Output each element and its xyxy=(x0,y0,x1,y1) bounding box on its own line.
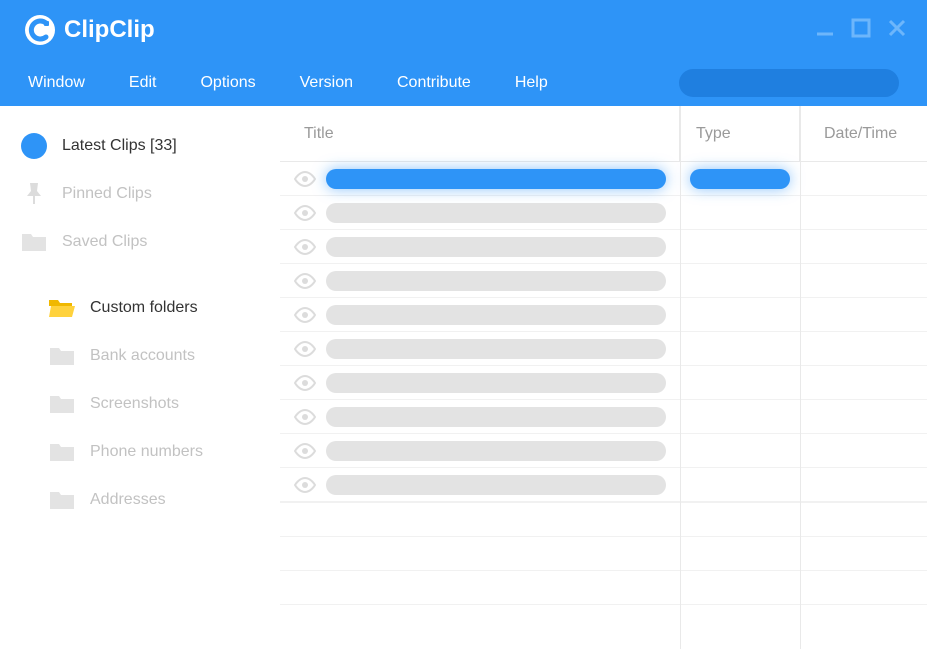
eye-icon[interactable] xyxy=(294,375,316,391)
eye-icon[interactable] xyxy=(294,307,316,323)
column-divider xyxy=(680,106,681,649)
title-placeholder xyxy=(326,407,666,427)
sidebar-item-label: Phone numbers xyxy=(90,443,203,461)
eye-icon[interactable] xyxy=(294,239,316,255)
sidebar-item-label: Pinned Clips xyxy=(62,185,152,203)
menu-version[interactable]: Version xyxy=(300,74,353,92)
menu-options[interactable]: Options xyxy=(200,74,255,92)
type-placeholder xyxy=(690,169,790,189)
eye-icon[interactable] xyxy=(294,341,316,357)
table-row[interactable] xyxy=(280,434,927,468)
table-row[interactable] xyxy=(280,332,927,366)
sidebar-item-saved-clips[interactable]: Saved Clips xyxy=(0,218,280,266)
sidebar-item-label: Screenshots xyxy=(90,395,179,413)
title-placeholder xyxy=(326,237,666,257)
table-row[interactable] xyxy=(280,468,927,502)
sidebar-item-label: Bank accounts xyxy=(90,347,195,365)
sidebar-item-addresses[interactable]: Addresses xyxy=(0,476,280,524)
eye-icon[interactable] xyxy=(294,205,316,221)
sidebar-item-label: Saved Clips xyxy=(62,233,147,251)
sidebar-item-pinned-clips[interactable]: Pinned Clips xyxy=(0,170,280,218)
menu-help[interactable]: Help xyxy=(515,74,548,92)
table-row[interactable] xyxy=(280,162,927,196)
column-header-title[interactable]: Title xyxy=(280,125,334,143)
eye-icon[interactable] xyxy=(294,409,316,425)
eye-icon[interactable] xyxy=(294,477,316,493)
folder-icon xyxy=(20,228,48,256)
title-placeholder xyxy=(326,169,666,189)
title-placeholder xyxy=(326,475,666,495)
close-icon xyxy=(886,17,908,39)
app-logo: ClipClip xyxy=(24,14,155,46)
sidebar-item-bank-accounts[interactable]: Bank accounts xyxy=(0,332,280,380)
table-row[interactable] xyxy=(280,230,927,264)
sidebar-item-phone-numbers[interactable]: Phone numbers xyxy=(0,428,280,476)
folder-icon xyxy=(48,390,76,418)
title-placeholder xyxy=(326,203,666,223)
minimize-button[interactable] xyxy=(811,14,839,42)
folder-icon xyxy=(48,438,76,466)
column-headers: Title Type Date/Time xyxy=(280,106,927,162)
window-controls xyxy=(811,14,911,42)
eye-icon[interactable] xyxy=(294,443,316,459)
eye-icon[interactable] xyxy=(294,273,316,289)
maximize-icon xyxy=(850,17,872,39)
maximize-button[interactable] xyxy=(847,14,875,42)
sidebar-item-label: Custom folders xyxy=(90,299,198,317)
menu-contribute[interactable]: Contribute xyxy=(397,74,471,92)
sidebar-item-custom-folders[interactable]: Custom folders xyxy=(0,284,280,332)
empty-rows xyxy=(280,502,927,605)
folder-open-icon xyxy=(48,294,76,322)
eye-icon[interactable] xyxy=(294,171,316,187)
table-row[interactable] xyxy=(280,366,927,400)
app-window: ClipClip Window Edit Options Version Con… xyxy=(0,0,927,649)
sidebar-item-latest-clips[interactable]: Latest Clips [33] xyxy=(0,122,280,170)
sidebar-item-label: Addresses xyxy=(90,491,166,509)
clipclip-logo-icon xyxy=(24,14,56,46)
clip-list: Title Type Date/Time xyxy=(280,106,927,649)
folder-icon xyxy=(48,342,76,370)
title-placeholder xyxy=(326,339,666,359)
rows xyxy=(280,162,927,502)
menu-bar: Window Edit Options Version Contribute H… xyxy=(0,60,927,106)
column-header-datetime[interactable]: Date/Time xyxy=(824,125,897,143)
title-placeholder xyxy=(326,271,666,291)
table-row[interactable] xyxy=(280,298,927,332)
sidebar: Latest Clips [33] Pinned Clips Saved Cli… xyxy=(0,106,280,649)
folder-icon xyxy=(48,486,76,514)
title-placeholder xyxy=(326,373,666,393)
title-placeholder xyxy=(326,305,666,325)
sidebar-item-screenshots[interactable]: Screenshots xyxy=(0,380,280,428)
pin-icon xyxy=(20,180,48,208)
close-button[interactable] xyxy=(883,14,911,42)
table-row[interactable] xyxy=(280,196,927,230)
table-row[interactable] xyxy=(280,264,927,298)
menu-edit[interactable]: Edit xyxy=(129,74,157,92)
dot-icon xyxy=(20,132,48,160)
search-input[interactable] xyxy=(679,69,899,97)
column-divider xyxy=(800,106,801,649)
table-row[interactable] xyxy=(280,400,927,434)
sidebar-item-label: Latest Clips [33] xyxy=(62,137,177,155)
column-header-type[interactable]: Type xyxy=(696,125,731,143)
app-title: ClipClip xyxy=(64,16,155,44)
title-bar: ClipClip xyxy=(0,0,927,60)
minimize-icon xyxy=(814,17,836,39)
menu-window[interactable]: Window xyxy=(28,74,85,92)
app-body: Latest Clips [33] Pinned Clips Saved Cli… xyxy=(0,106,927,649)
title-placeholder xyxy=(326,441,666,461)
